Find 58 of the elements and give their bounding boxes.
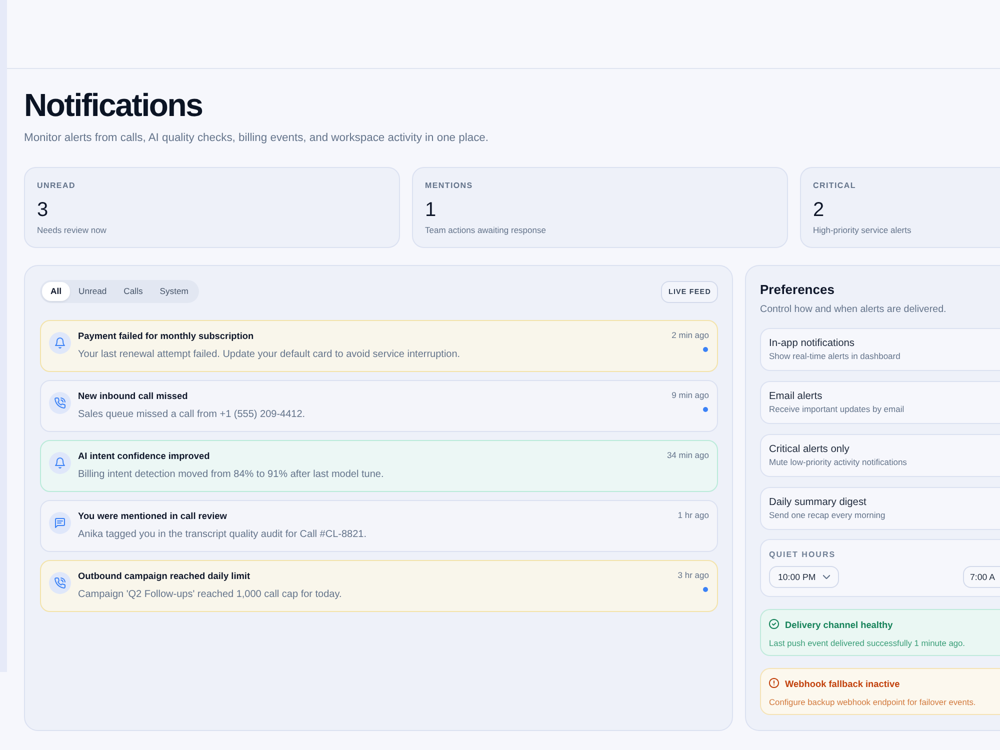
preference-title: In-app notifications: [769, 338, 855, 350]
notification-card[interactable]: You were mentioned in call review Anika tagged you in the transcript quality audit for Call #CL-8821. 1 hr ago: [40, 500, 718, 552]
chevron-down-icon: [822, 575, 830, 579]
stat-caption: Needs review now: [37, 224, 106, 236]
filter-tab[interactable]: Calls: [115, 282, 152, 301]
filter-tab[interactable]: Unread: [70, 282, 116, 301]
preference-title: Email alerts: [769, 391, 822, 403]
status-title: Webhook fallback inactive: [785, 678, 900, 691]
phone-icon: [49, 572, 71, 594]
notification-card[interactable]: Payment failed for monthly subscription Your last renewal attempt failed. Update your default card to avoid service interruption. 2 min ago: [40, 320, 718, 372]
preference-description: Show real-time alerts in dashboard: [769, 351, 900, 362]
notification-title: AI intent confidence improved: [78, 450, 210, 463]
notification-title: New inbound call missed: [78, 390, 188, 403]
stat-value: 2: [813, 198, 824, 222]
notification-title: Outbound campaign reached daily limit: [78, 570, 250, 583]
end-time-select[interactable]: 7:00 A: [963, 566, 1000, 588]
notification-text: Sales queue missed a call from +1 (555) 209-4412.: [78, 408, 306, 421]
status-text: Configure backup webhook endpoint for failover events.: [769, 697, 976, 708]
stat-value: 1: [425, 198, 436, 222]
notification-text: Your last renewal attempt failed. Update your default card to avoid service interruption.: [78, 348, 460, 361]
notification-time: 34 min ago: [666, 449, 709, 461]
preference-description: Send one recap every morning: [769, 510, 886, 521]
status-text: Last push event delivered successfully 1 minute ago.: [769, 638, 965, 649]
preference-description: Mute low-priority activity notifications: [769, 457, 907, 468]
notification-time: 2 min ago: [672, 329, 709, 341]
notification-time: 3 hr ago: [678, 569, 709, 581]
notification-title: Payment failed for monthly subscription: [78, 330, 254, 343]
notification-card[interactable]: AI intent confidence improved Billing intent detection moved from 84% to 91% after last model tune. 34 min ago: [40, 440, 718, 492]
stat-value: 3: [37, 198, 48, 222]
stat-caption: Team actions awaiting response: [425, 224, 546, 236]
notification-time: 9 min ago: [672, 389, 709, 401]
phone-icon: [49, 392, 71, 414]
notification-card[interactable]: Outbound campaign reached daily limit Campaign 'Q2 Follow-ups' reached 1,000 call cap for today. 3 hr ago: [40, 560, 718, 612]
bell-icon: [49, 452, 71, 474]
stat-label: MENTIONS: [425, 180, 473, 191]
panel-subtitle: Control how and when alerts are delivered.: [760, 303, 946, 316]
page-subtitle: Monitor alerts from calls, AI quality checks, billing events, and workspace activity in one place.: [24, 131, 488, 146]
status-title: Delivery channel healthy: [785, 619, 893, 632]
message-icon: [49, 512, 71, 534]
filter-tab[interactable]: All: [42, 282, 70, 301]
notification-time: 1 hr ago: [678, 509, 709, 521]
stat-caption: High-priority service alerts: [813, 224, 912, 236]
notification-title: You were mentioned in call review: [78, 510, 227, 523]
page-title: Notifications: [24, 86, 202, 124]
filter-tab[interactable]: System: [151, 282, 197, 301]
notification-text: Anika tagged you in the transcript quality audit for Call #CL-8821.: [78, 528, 367, 541]
preference-title: Critical alerts only: [769, 444, 850, 456]
quiet-hours-label: QUIET HOURS: [769, 549, 836, 560]
notification-card[interactable]: New inbound call missed Sales queue missed a call from +1 (555) 209-4412. 9 min ago: [40, 380, 718, 432]
preference-description: Receive important updates by email: [769, 404, 904, 415]
preference-title: Daily summary digest: [769, 497, 866, 509]
notification-text: Campaign 'Q2 Follow-ups' reached 1,000 call cap for today.: [78, 588, 342, 601]
bell-icon: [49, 332, 71, 354]
stat-label: UNREAD: [37, 180, 76, 191]
notification-text: Billing intent detection moved from 84% to 91% after last model tune.: [78, 468, 384, 481]
panel-title: Preferences: [760, 281, 834, 299]
stat-label: CRITICAL: [813, 180, 856, 191]
start-time-select[interactable]: 10:00 PM: [769, 566, 839, 588]
